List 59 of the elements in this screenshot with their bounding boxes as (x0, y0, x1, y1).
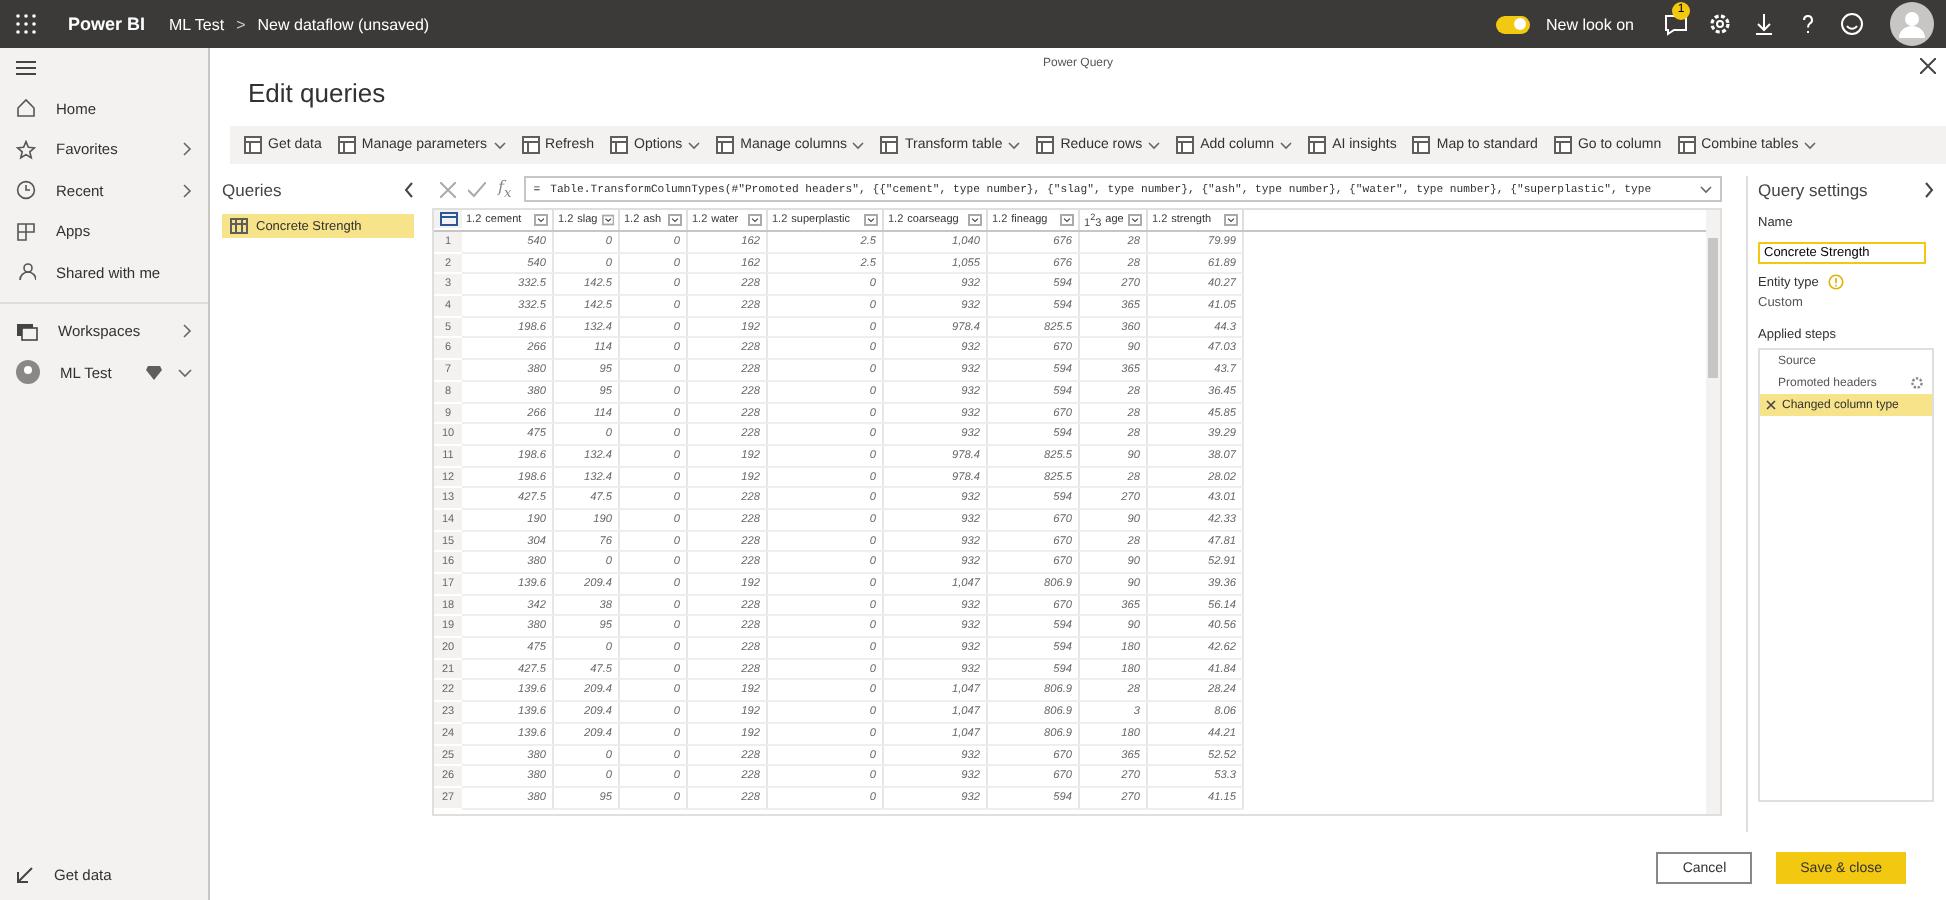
toggle-switch[interactable] (1495, 15, 1530, 33)
scrollbar[interactable] (1706, 210, 1720, 814)
filter-dropdown-icon[interactable] (968, 214, 982, 226)
app-name: Power BI (68, 14, 146, 34)
filter-dropdown-icon[interactable] (1060, 214, 1074, 226)
chevron-icon (182, 324, 192, 339)
table-icon (244, 136, 262, 154)
menu-icon[interactable] (16, 60, 36, 76)
table-icon (230, 218, 248, 234)
dialog-title: Edit queries (248, 78, 388, 108)
toggle-label: New look on (1545, 15, 1634, 33)
table-icon (1553, 136, 1572, 154)
diamond-icon (146, 365, 162, 380)
home-icon (16, 98, 36, 119)
table-icon (880, 136, 899, 154)
table-icon (1036, 136, 1055, 154)
check-icon[interactable] (468, 181, 486, 197)
avatar-icon[interactable] (1890, 2, 1934, 46)
table-icon (521, 136, 540, 154)
gear-icon[interactable] (1910, 376, 1924, 390)
table-icon (1308, 136, 1327, 154)
filter-dropdown-icon[interactable] (668, 214, 682, 226)
filter-dropdown-icon[interactable] (1128, 214, 1142, 226)
app-launcher-icon[interactable] (16, 14, 36, 34)
arrow-icon (16, 866, 34, 885)
star-icon (16, 139, 36, 160)
table-icon (1677, 136, 1696, 154)
clock-icon (16, 180, 36, 201)
queries-title: Queries (222, 180, 282, 200)
download-icon[interactable] (1750, 10, 1778, 38)
fx-label[interactable]: f$_{x}$ (498, 177, 512, 201)
table-icon (610, 136, 629, 154)
table-icon (1412, 136, 1431, 154)
caret-icon[interactable] (1700, 185, 1712, 193)
filter-dropdown-icon[interactable] (534, 214, 548, 226)
filter-dropdown-icon[interactable] (864, 214, 878, 226)
delete-step-icon[interactable] (1766, 400, 1776, 410)
expand-icon[interactable] (1924, 182, 1934, 198)
workspace-avatar-icon (16, 360, 40, 385)
chevron-down-icon (178, 367, 192, 378)
collapse-icon[interactable] (404, 182, 414, 198)
table-icon (337, 136, 356, 154)
table-icon (1176, 136, 1195, 154)
breadcrumb-link[interactable]: ML Test (169, 15, 225, 33)
settings-title: Query settings (1758, 180, 1868, 200)
filter-dropdown-icon[interactable] (601, 214, 614, 226)
apps-icon (16, 221, 36, 242)
table-icon (716, 136, 735, 154)
table-menu-icon[interactable] (439, 212, 457, 226)
chat-icon[interactable] (1662, 10, 1690, 38)
filter-dropdown-icon[interactable] (1224, 214, 1238, 226)
close-icon[interactable] (1920, 58, 1936, 74)
breadcrumb-item: New dataflow (unsaved) (257, 15, 430, 33)
filter-dropdown-icon[interactable] (748, 214, 762, 226)
shared-icon (16, 262, 36, 283)
breadcrumb-separator: > (236, 15, 246, 33)
workspaces-icon (16, 321, 38, 342)
settings-icon[interactable] (1706, 10, 1734, 38)
smiley-icon[interactable] (1838, 10, 1866, 38)
